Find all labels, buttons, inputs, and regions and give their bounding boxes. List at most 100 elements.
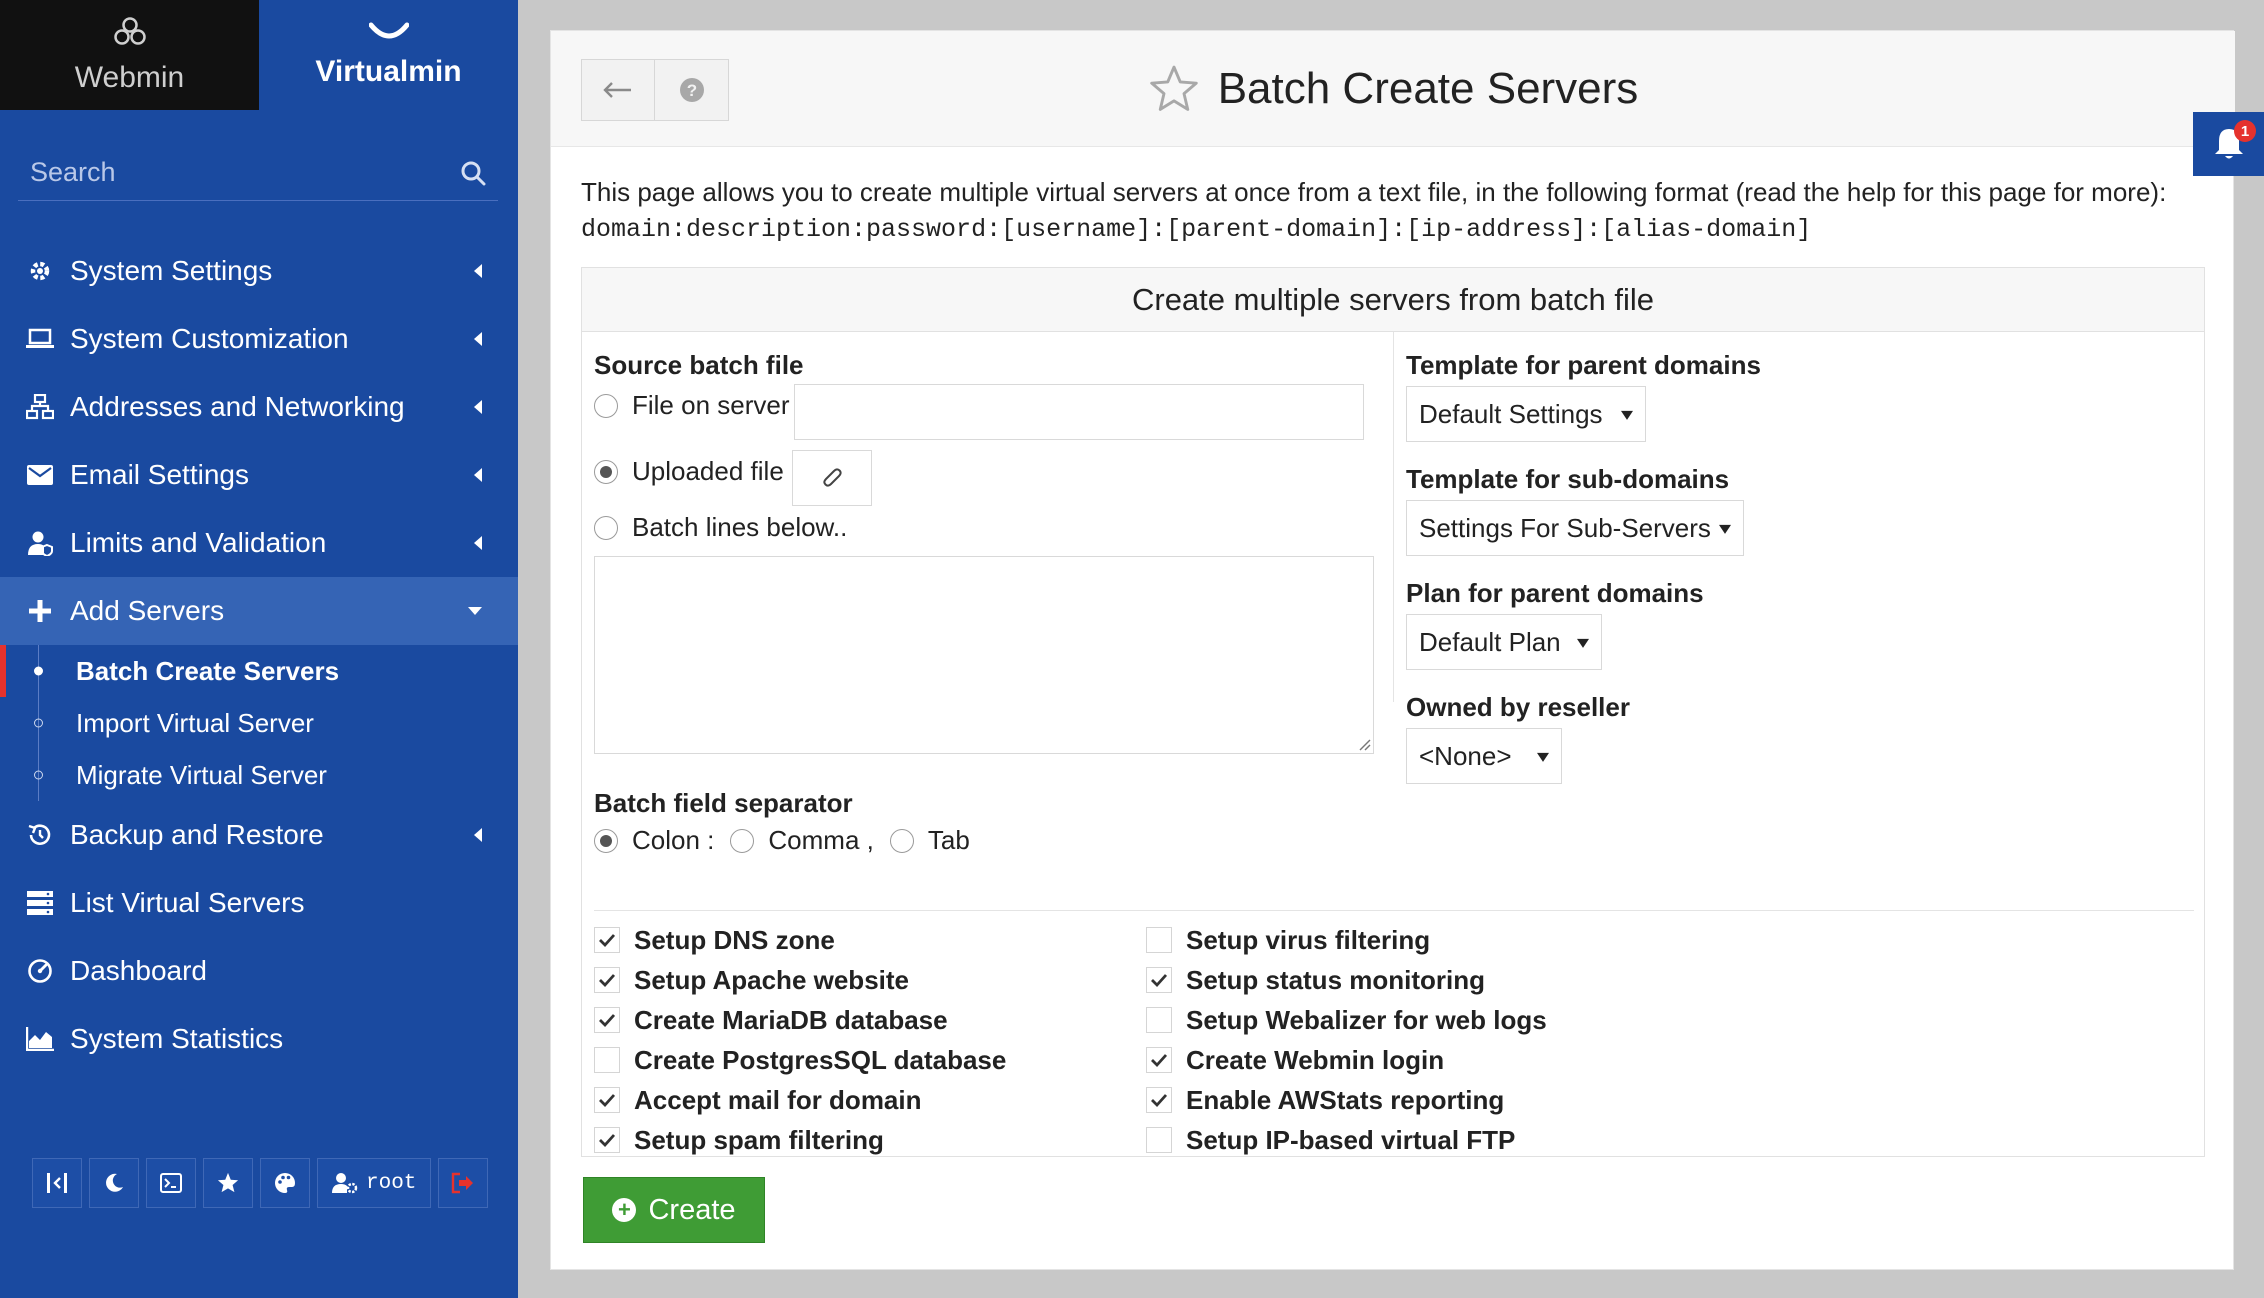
dashboard-icon	[26, 957, 54, 985]
search-input[interactable]	[30, 157, 430, 188]
sidebar-item-system-settings[interactable]: System Settings	[0, 237, 518, 305]
checkbox[interactable]	[1146, 967, 1172, 994]
back-button[interactable]	[581, 59, 655, 121]
template-parent-select[interactable]: Default Settings	[1406, 386, 1646, 442]
help-button[interactable]: ?	[655, 59, 729, 121]
checkbox-option[interactable]: Setup DNS zone	[594, 920, 835, 960]
radio-tab[interactable]	[889, 828, 914, 853]
check-icon	[1151, 1054, 1168, 1068]
sidebar-subitem-migrate[interactable]: Migrate Virtual Server	[0, 749, 518, 801]
checkbox-option[interactable]: Setup status monitoring	[1146, 960, 1485, 1000]
bullet-icon	[34, 770, 43, 780]
checkbox-label: Setup virus filtering	[1186, 924, 1431, 955]
checkbox[interactable]	[594, 1127, 620, 1154]
caret-left-icon	[474, 332, 482, 346]
caret-left-icon	[474, 400, 482, 414]
radio-comma[interactable]	[730, 828, 755, 853]
night-mode-button[interactable]	[89, 1158, 139, 1208]
checkbox[interactable]	[594, 967, 620, 994]
checkbox-option[interactable]: Create MariaDB database	[594, 1000, 948, 1040]
sidebar-subitem-import[interactable]: Import Virtual Server	[0, 697, 518, 749]
reseller-label: Owned by reseller	[1406, 692, 1630, 722]
server-file-input[interactable]	[794, 384, 1364, 440]
plan-select[interactable]: Default Plan	[1406, 614, 1602, 670]
separator-label: Batch field separator	[594, 788, 853, 818]
checkbox-option[interactable]: Create PostgresSQL database	[594, 1040, 1006, 1080]
sidebar-item-addresses-networking[interactable]: Addresses and Networking	[0, 373, 518, 441]
checkbox[interactable]	[1146, 1007, 1172, 1034]
option-file-on-server[interactable]: File on server	[594, 390, 790, 421]
check-icon	[599, 934, 616, 948]
checkbox-label: Setup IP-based virtual FTP	[1186, 1124, 1516, 1155]
check-icon	[1151, 1094, 1168, 1108]
sidebar-item-label: Add Servers	[70, 595, 225, 626]
file-on-server-label: File on server	[632, 390, 790, 420]
checkbox[interactable]	[1146, 1087, 1172, 1114]
search-icon[interactable]	[460, 160, 486, 186]
history-icon	[26, 821, 54, 849]
envelope-icon	[26, 461, 54, 489]
batch-lines-label: Batch lines below..	[632, 512, 848, 542]
tab-label: Tab	[927, 825, 970, 855]
page-intro: This page allows you to create multiple …	[581, 173, 2166, 249]
server-list-icon	[26, 889, 54, 917]
upload-file-button[interactable]	[792, 450, 872, 506]
resize-handle-icon[interactable]	[1357, 737, 1371, 751]
sidebar-item-label: System Settings	[70, 255, 273, 286]
gear-icon	[26, 257, 54, 285]
checkbox-option[interactable]: Setup Apache website	[594, 960, 909, 1000]
checkbox-option[interactable]: Setup spam filtering	[594, 1120, 884, 1160]
checkbox-label: Setup Webalizer for web logs	[1186, 1004, 1547, 1035]
sidebar-item-email-settings[interactable]: Email Settings	[0, 441, 518, 509]
sidebar-item-limits-validation[interactable]: Limits and Validation	[0, 509, 518, 577]
sidebar-item-add-servers[interactable]: Add Servers	[0, 577, 518, 645]
bullet-icon	[34, 718, 43, 728]
radio-uploaded-file[interactable]	[594, 459, 618, 484]
sidebar-item-label: Backup and Restore	[70, 819, 324, 850]
checkbox[interactable]	[594, 1047, 620, 1074]
option-batch-lines[interactable]: Batch lines below..	[594, 512, 847, 543]
checkbox-option[interactable]: Create Webmin login	[1146, 1040, 1444, 1080]
checkbox-option[interactable]: Setup IP-based virtual FTP	[1146, 1120, 1515, 1160]
user-button[interactable]: root	[317, 1158, 432, 1208]
checkbox-option[interactable]: Accept mail for domain	[594, 1080, 922, 1120]
terminal-button[interactable]	[146, 1158, 196, 1208]
sidebar-item-system-statistics[interactable]: System Statistics	[0, 1005, 518, 1073]
intro-text: This page allows you to create multiple …	[581, 177, 2167, 207]
sidebar-subitem-batch-create[interactable]: Batch Create Servers	[0, 645, 518, 697]
plan-value: Default Plan	[1419, 626, 1561, 657]
svg-text:?: ?	[686, 81, 696, 100]
virtualmin-tab[interactable]: Virtualmin	[259, 0, 518, 110]
option-uploaded-file[interactable]: Uploaded file	[594, 456, 784, 487]
template-sub-label: Template for sub-domains	[1406, 464, 1730, 494]
checkbox[interactable]	[1146, 1047, 1172, 1074]
create-button[interactable]: + Create	[583, 1177, 765, 1243]
radio-file-on-server[interactable]	[594, 393, 618, 418]
sidebar-item-dashboard[interactable]: Dashboard	[0, 937, 518, 1005]
star-outline-icon[interactable]	[1148, 64, 1200, 114]
logout-button[interactable]	[438, 1158, 489, 1208]
checkbox-option[interactable]: Enable AWStats reporting	[1146, 1080, 1504, 1120]
sidebar-item-system-customization[interactable]: System Customization	[0, 305, 518, 373]
webmin-tab[interactable]: Webmin	[0, 0, 259, 110]
notifications-button[interactable]: 1	[2193, 112, 2264, 176]
reseller-select[interactable]: <None>	[1406, 728, 1562, 784]
template-parent-label: Template for parent domains	[1406, 350, 1761, 380]
checkbox[interactable]	[594, 1087, 620, 1114]
batch-lines-textarea[interactable]	[594, 556, 1374, 754]
checkbox[interactable]	[1146, 1127, 1172, 1154]
template-sub-select[interactable]: Settings For Sub-Servers	[1406, 500, 1744, 556]
sidebar-item-list-virtual-servers[interactable]: List Virtual Servers	[0, 869, 518, 937]
collapse-sidebar-button[interactable]	[32, 1158, 82, 1208]
checkbox[interactable]	[594, 1007, 620, 1034]
sidebar-item-backup-restore[interactable]: Backup and Restore	[0, 801, 518, 869]
radio-batch-lines[interactable]	[594, 515, 618, 540]
checkbox[interactable]	[1146, 927, 1172, 953]
checkbox-option[interactable]: Setup Webalizer for web logs	[1146, 1000, 1547, 1040]
checkbox[interactable]	[594, 927, 620, 953]
checkbox-option[interactable]: Setup virus filtering	[1146, 920, 1430, 960]
user-gear-icon	[332, 1173, 358, 1194]
favorites-button[interactable]	[203, 1158, 253, 1208]
theme-button[interactable]	[260, 1158, 310, 1208]
radio-colon[interactable]	[594, 828, 618, 853]
